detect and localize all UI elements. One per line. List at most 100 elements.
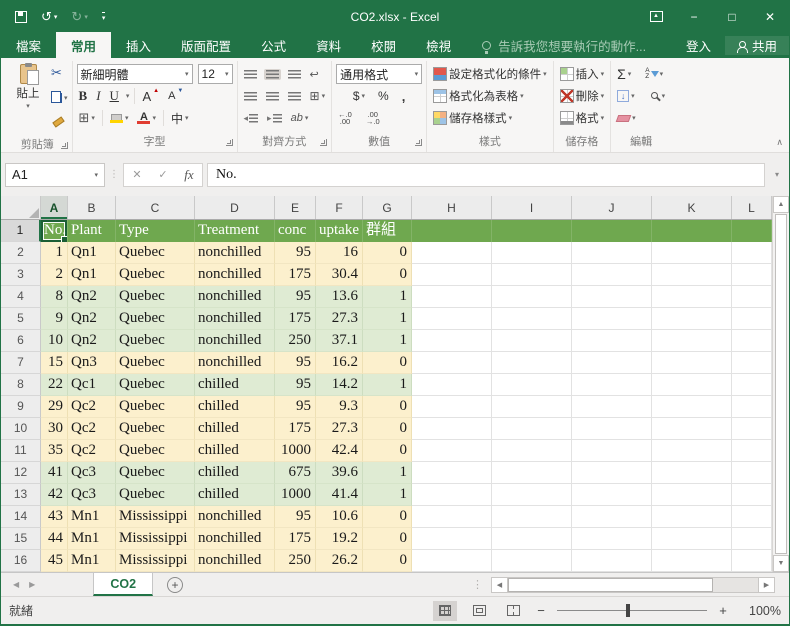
cell-B4[interactable]: Qn2 bbox=[68, 286, 116, 308]
insert-cells-button[interactable]: 插入 ▾ bbox=[558, 63, 607, 85]
borders-dropdown-icon[interactable]: ▾ bbox=[91, 114, 95, 122]
cell-G15[interactable]: 0 bbox=[363, 528, 412, 550]
cell-H12[interactable] bbox=[412, 462, 492, 484]
cell-G9[interactable]: 0 bbox=[363, 396, 412, 418]
cell-K10[interactable] bbox=[652, 418, 732, 440]
cell-G1[interactable]: 群組 bbox=[363, 220, 412, 242]
zoom-level[interactable]: 100% bbox=[739, 604, 781, 618]
italic-button[interactable]: I bbox=[94, 87, 102, 105]
sheet-tab-co2[interactable]: CO2 bbox=[93, 573, 154, 596]
column-header-I[interactable]: I bbox=[492, 196, 572, 219]
cell-K11[interactable] bbox=[652, 440, 732, 462]
cell-K15[interactable] bbox=[652, 528, 732, 550]
cell-F15[interactable]: 19.2 bbox=[316, 528, 363, 550]
cell-F14[interactable]: 10.6 bbox=[316, 506, 363, 528]
cell-C13[interactable]: Quebec bbox=[116, 484, 195, 506]
cell-A14[interactable]: 43 bbox=[41, 506, 68, 528]
cell-C6[interactable]: Quebec bbox=[116, 330, 195, 352]
cell-L14[interactable] bbox=[732, 506, 772, 528]
merge-dropdown-icon[interactable]: ▾ bbox=[322, 92, 326, 100]
zoom-slider-handle[interactable] bbox=[626, 604, 630, 617]
cell-K2[interactable] bbox=[652, 242, 732, 264]
cell-C1[interactable]: Type bbox=[116, 220, 195, 242]
cell-K8[interactable] bbox=[652, 374, 732, 396]
find-dropdown-icon[interactable]: ▾ bbox=[662, 92, 666, 100]
cell-F4[interactable]: 13.6 bbox=[316, 286, 363, 308]
cell-D3[interactable]: nonchilled bbox=[195, 264, 275, 286]
cell-H15[interactable] bbox=[412, 528, 492, 550]
undo-dropdown-icon[interactable]: ▾ bbox=[54, 13, 58, 21]
cell-J3[interactable] bbox=[572, 264, 652, 286]
cell-H13[interactable] bbox=[412, 484, 492, 506]
row-header-10[interactable]: 10 bbox=[1, 418, 41, 440]
cell-B12[interactable]: Qc3 bbox=[68, 462, 116, 484]
cell-J15[interactable] bbox=[572, 528, 652, 550]
orientation-dropdown-icon[interactable]: ▾ bbox=[305, 114, 309, 122]
cell-H16[interactable] bbox=[412, 550, 492, 572]
cell-K16[interactable] bbox=[652, 550, 732, 572]
align-top-button[interactable] bbox=[242, 69, 259, 80]
fill-dropdown-icon[interactable]: ▾ bbox=[631, 92, 635, 100]
column-header-K[interactable]: K bbox=[652, 196, 732, 219]
cell-D13[interactable]: chilled bbox=[195, 484, 275, 506]
cell-G6[interactable]: 1 bbox=[363, 330, 412, 352]
cell-G7[interactable]: 0 bbox=[363, 352, 412, 374]
cell-I4[interactable] bbox=[492, 286, 572, 308]
cell-I9[interactable] bbox=[492, 396, 572, 418]
cell-D5[interactable]: nonchilled bbox=[195, 308, 275, 330]
scroll-left-button[interactable]: ◀ bbox=[491, 576, 508, 593]
new-sheet-button[interactable]: + bbox=[167, 576, 184, 593]
cell-K9[interactable] bbox=[652, 396, 732, 418]
tab-file[interactable]: 檔案 bbox=[1, 32, 56, 58]
cell-G12[interactable]: 1 bbox=[363, 462, 412, 484]
cell-B16[interactable]: Mn1 bbox=[68, 550, 116, 572]
cell-G8[interactable]: 1 bbox=[363, 374, 412, 396]
phonetic-dropdown-icon[interactable]: ▾ bbox=[185, 114, 189, 122]
percent-button[interactable]: % bbox=[376, 88, 391, 104]
cell-G10[interactable]: 0 bbox=[363, 418, 412, 440]
redo-button[interactable]: ↻ ▾ bbox=[71, 9, 87, 25]
cell-A13[interactable]: 42 bbox=[41, 484, 68, 506]
cell-C9[interactable]: Quebec bbox=[116, 396, 195, 418]
cell-L12[interactable] bbox=[732, 462, 772, 484]
cell-B15[interactable]: Mn1 bbox=[68, 528, 116, 550]
tab-data[interactable]: 資料 bbox=[301, 32, 356, 58]
cell-J16[interactable] bbox=[572, 550, 652, 572]
copy-dropdown-icon[interactable]: ▾ bbox=[64, 94, 68, 102]
borders-button[interactable]: ⊞ ▾ bbox=[77, 109, 97, 127]
font-color-dropdown-icon[interactable]: ▾ bbox=[152, 114, 156, 122]
cell-E9[interactable]: 95 bbox=[275, 396, 316, 418]
cell-C12[interactable]: Quebec bbox=[116, 462, 195, 484]
row-header-16[interactable]: 16 bbox=[1, 550, 41, 572]
row-header-13[interactable]: 13 bbox=[1, 484, 41, 506]
currency-dropdown-icon[interactable]: ▾ bbox=[362, 92, 366, 100]
cell-I14[interactable] bbox=[492, 506, 572, 528]
cell-B13[interactable]: Qc3 bbox=[68, 484, 116, 506]
cell-A4[interactable]: 8 bbox=[41, 286, 68, 308]
format-cells-button[interactable]: 格式 ▾ bbox=[558, 107, 607, 129]
cell-H7[interactable] bbox=[412, 352, 492, 374]
row-header-5[interactable]: 5 bbox=[1, 308, 41, 330]
cell-B10[interactable]: Qc2 bbox=[68, 418, 116, 440]
cell-D4[interactable]: nonchilled bbox=[195, 286, 275, 308]
fill-button[interactable]: ↓ ▾ bbox=[615, 89, 637, 103]
cell-A8[interactable]: 22 bbox=[41, 374, 68, 396]
cell-K1[interactable] bbox=[652, 220, 732, 242]
cell-L10[interactable] bbox=[732, 418, 772, 440]
row-header-12[interactable]: 12 bbox=[1, 462, 41, 484]
cell-D6[interactable]: nonchilled bbox=[195, 330, 275, 352]
cell-E8[interactable]: 95 bbox=[275, 374, 316, 396]
row-header-8[interactable]: 8 bbox=[1, 374, 41, 396]
cell-H11[interactable] bbox=[412, 440, 492, 462]
cut-button[interactable]: ✂ bbox=[51, 64, 68, 82]
column-header-A[interactable]: A bbox=[41, 196, 68, 219]
cell-L9[interactable] bbox=[732, 396, 772, 418]
cell-F13[interactable]: 41.4 bbox=[316, 484, 363, 506]
cell-G16[interactable]: 0 bbox=[363, 550, 412, 572]
cell-L11[interactable] bbox=[732, 440, 772, 462]
cell-J2[interactable] bbox=[572, 242, 652, 264]
cell-A16[interactable]: 45 bbox=[41, 550, 68, 572]
sign-in-button[interactable]: 登入 bbox=[672, 36, 725, 55]
cell-B9[interactable]: Qc2 bbox=[68, 396, 116, 418]
formula-input[interactable]: No. bbox=[207, 162, 765, 187]
